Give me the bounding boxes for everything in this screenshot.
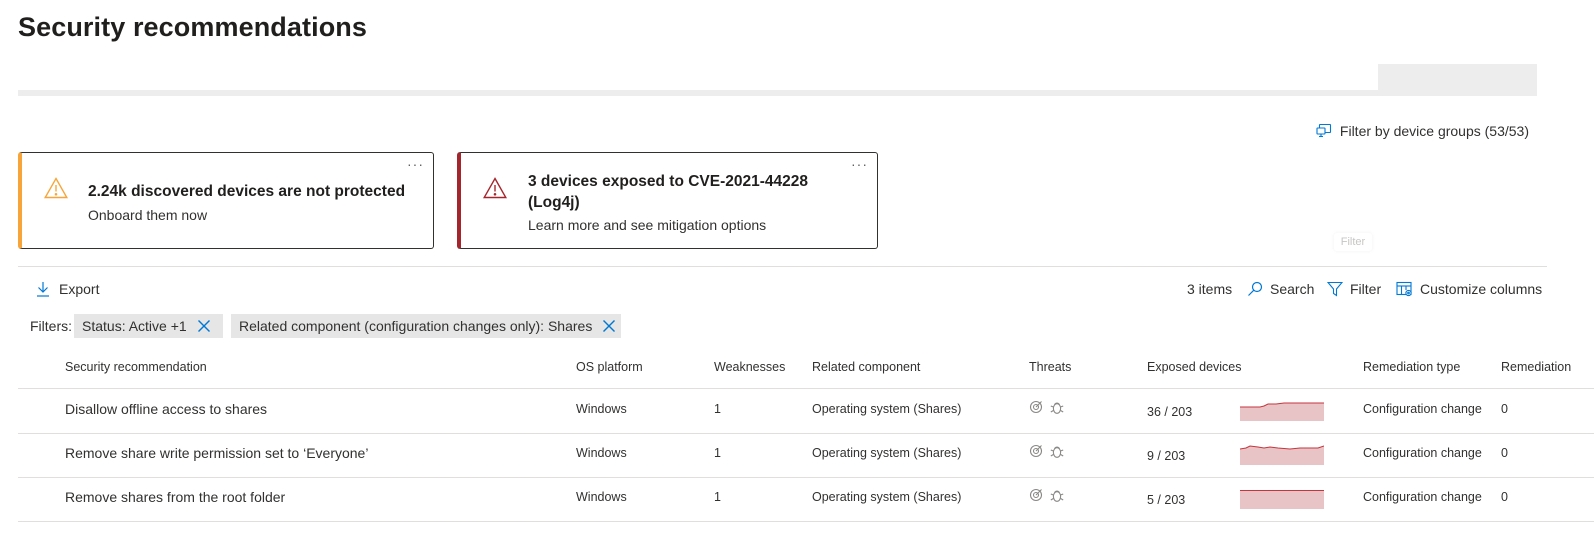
related-component: Operating system (Shares) [812,402,962,416]
exposure-trend-sparkline [1240,445,1324,465]
bug-icon [1050,490,1064,502]
exposed-devices-count: 5 / 203 [1147,493,1186,507]
card-more-options-button[interactable]: ··· [407,156,424,172]
column-header-remediation-type[interactable]: Remediation type [1363,360,1460,374]
column-header-related-component[interactable]: Related component [812,360,920,374]
card-title-line-2: (Log4j) [528,194,580,211]
remediation-value: 0 [1501,446,1508,460]
column-header-security-recommendation[interactable]: Security recommendation [65,360,207,374]
filter-label: Filter [1350,281,1382,297]
download-arrow-icon [37,282,49,297]
log4j-exposure-card[interactable]: ··· 3 devices exposed to CVE-2021-44228 … [457,152,878,249]
bug-icon [1050,446,1064,458]
search-label: Search [1270,281,1315,297]
column-header-remediation[interactable]: Remediation [1501,360,1571,374]
export-label: Export [59,281,100,297]
warning-triangle-icon [483,177,507,199]
customize-columns-button[interactable]: Customize columns [1396,279,1542,299]
remediation-type: Configuration change [1363,490,1482,504]
filter-chip-text: Related component (configuration changes… [239,318,593,334]
top-panel-side-block [1378,64,1537,96]
filter-button[interactable]: Filter [1327,279,1381,299]
card-more-options-button[interactable]: ··· [851,156,868,172]
exposed-devices-count: 9 / 203 [1147,449,1186,463]
filter-tooltip: Filter [1334,233,1372,251]
weaknesses-count: 1 [714,490,721,504]
bug-icon [1050,402,1064,414]
close-icon[interactable] [197,319,211,333]
recommendation-name[interactable]: Remove shares from the root folder [65,489,285,505]
filters-label: Filters: [30,318,72,334]
unprotected-devices-card[interactable]: ··· 2.24k discovered devices are not pro… [18,152,434,249]
remediation-value: 0 [1501,490,1508,504]
weaknesses-count: 1 [714,446,721,460]
remediation-type: Configuration change [1363,402,1482,416]
filter-by-device-groups-label: Filter by device groups (53/53) [1339,123,1529,139]
items-count: 3 items [1187,281,1233,297]
funnel-icon [1327,281,1343,297]
section-divider [18,266,1547,267]
warning-triangle-icon [44,177,68,199]
remediation-type: Configuration change [1363,446,1482,460]
exposure-trend-sparkline [1240,490,1324,509]
os-platform: Windows [576,446,627,460]
related-component: Operating system (Shares) [812,490,962,504]
filter-chip-related-component: Related component (configuration changes… [231,314,621,338]
exposed-devices-count: 36 / 203 [1147,405,1193,419]
page-title: Security recommendations [18,12,368,42]
exposure-trend-sparkline [1240,402,1324,421]
os-platform: Windows [576,402,627,416]
search-button[interactable]: Search [1247,279,1314,299]
remediation-value: 0 [1501,402,1508,416]
table-settings-icon [1396,281,1412,297]
column-header-exposed-devices[interactable]: Exposed devices [1147,360,1242,374]
target-icon [1029,444,1043,458]
export-button[interactable]: Export [36,279,99,299]
filter-chip-text: Status: Active +1 [82,318,187,334]
target-icon [1029,400,1043,414]
recommendation-name[interactable]: Disallow offline access to shares [65,401,267,417]
close-icon[interactable] [602,319,616,333]
column-header-weaknesses[interactable]: Weaknesses [714,360,785,374]
card-title: 2.24k discovered devices are not protect… [88,183,406,200]
card-subtitle[interactable]: Learn more and see mitigation options [528,217,766,233]
filter-chip-status: Status: Active +1 [74,314,223,338]
card-subtitle[interactable]: Onboard them now [88,207,207,223]
recommendation-name[interactable]: Remove share write permission set to ‘Ev… [65,445,368,461]
column-header-os-platform[interactable]: OS platform [576,360,643,374]
card-title-line-1: 3 devices exposed to CVE-2021-44228 [528,173,809,190]
target-icon [1029,488,1043,502]
related-component: Operating system (Shares) [812,446,962,460]
top-summary-panel [18,64,1537,96]
os-platform: Windows [576,490,627,504]
column-header-threats[interactable]: Threats [1029,360,1071,374]
filter-by-device-groups-button[interactable]: Filter by device groups (53/53) [1316,123,1529,139]
device-groups-icon [1316,123,1331,138]
customize-columns-label: Customize columns [1420,281,1543,297]
weaknesses-count: 1 [714,402,721,416]
search-icon [1248,281,1263,296]
